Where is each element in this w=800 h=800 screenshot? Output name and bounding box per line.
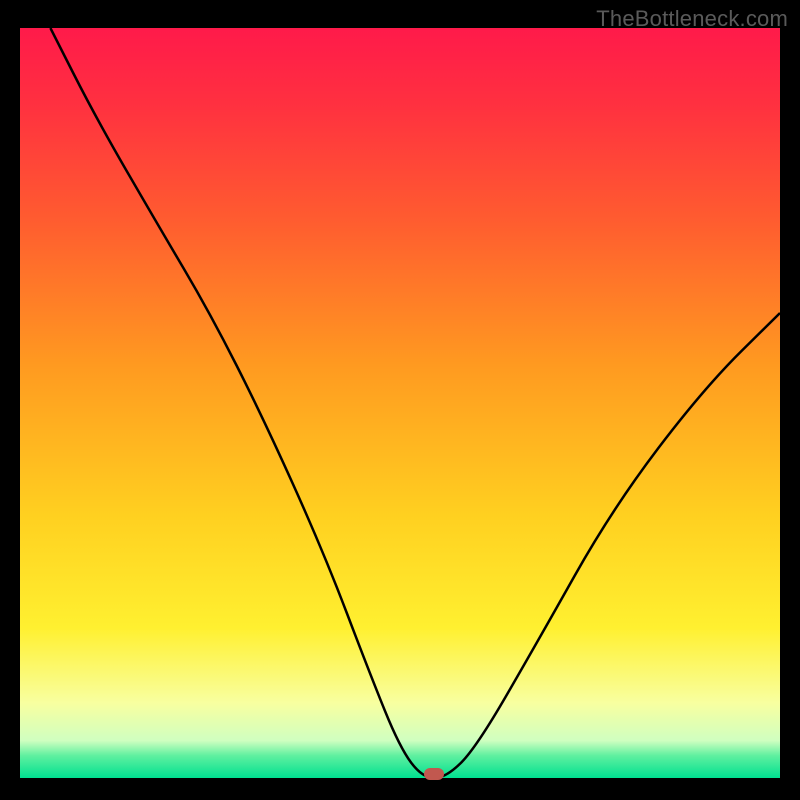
watermark-text: TheBottleneck.com [596,6,788,32]
bottleneck-chart [20,28,780,778]
chart-frame [20,28,780,778]
heat-gradient [20,28,780,778]
optimal-marker [424,768,444,780]
